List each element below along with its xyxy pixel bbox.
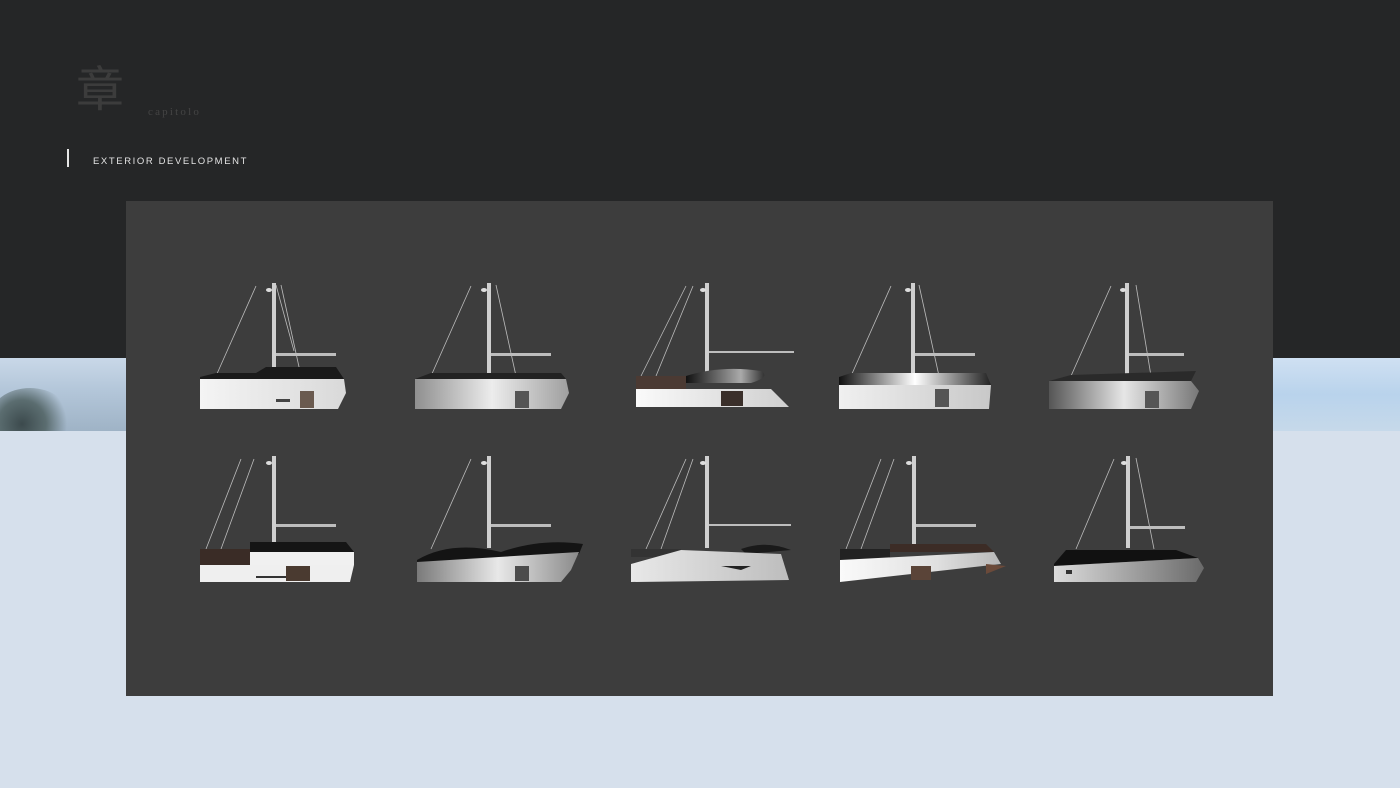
- section-title: EXTERIOR DEVELOPMENT: [93, 156, 248, 167]
- section-accent-bar: [67, 149, 69, 167]
- yacht-concept-6: [196, 454, 396, 584]
- yacht-concept-8: [631, 454, 831, 584]
- yacht-concept-1: [196, 281, 396, 411]
- yacht-concept-3: [631, 281, 831, 411]
- sky-photo-strip-right: [1273, 358, 1400, 431]
- yacht-concept-7: [411, 454, 611, 584]
- yacht-concept-10: [1046, 454, 1246, 584]
- chapter-word: capitolo: [148, 106, 202, 118]
- yacht-concept-2: [411, 281, 611, 411]
- sky-photo-strip-left: [0, 358, 126, 431]
- exterior-gallery-panel: [126, 201, 1273, 696]
- chapter-kanji: 章: [76, 62, 125, 118]
- yacht-concept-5: [1041, 281, 1241, 411]
- yacht-concept-4: [831, 281, 1031, 411]
- yacht-concept-9: [836, 454, 1036, 584]
